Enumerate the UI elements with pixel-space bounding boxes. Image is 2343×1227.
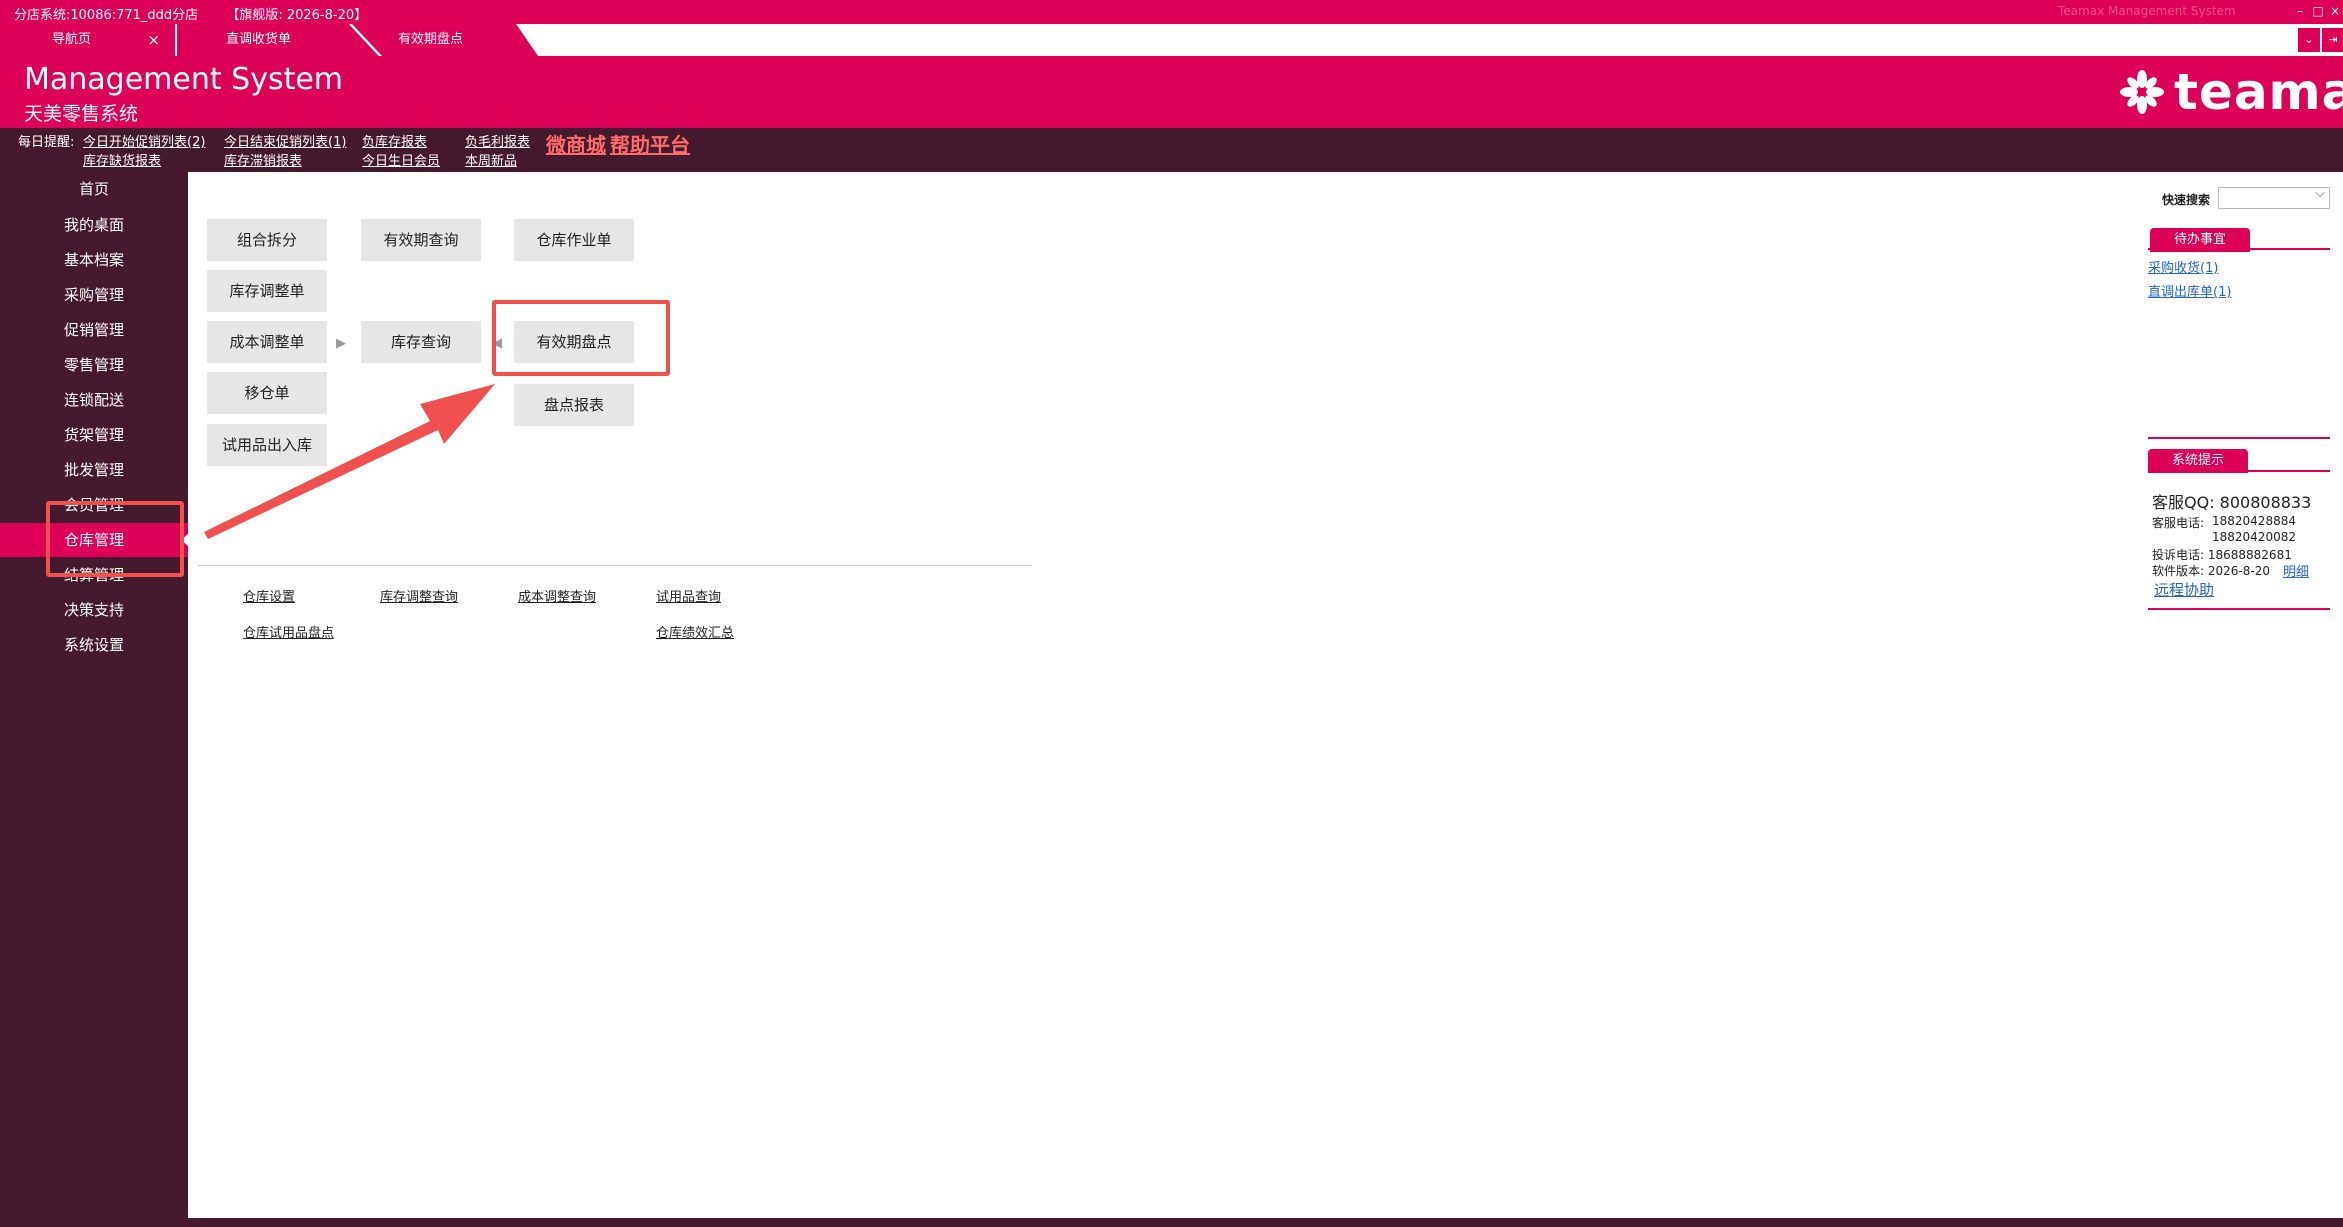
sidebar-item-basic-archive[interactable]: 基本档案 (0, 243, 188, 277)
reminder-label: 每日提醒: (18, 135, 75, 150)
link-warehouse-performance[interactable]: 仓库绩效汇总 (656, 622, 734, 641)
sidebar-item-wholesale[interactable]: 批发管理 (0, 453, 188, 487)
app-header: Management System 天美零售系统 teamax (0, 56, 2343, 128)
title-bar: 分店系统:10086:771_ddd分店 【旗舰版: 2026-8-20】 Te… (0, 0, 2343, 24)
btn-expiry-query[interactable]: 有效期查询 (361, 219, 481, 261)
window-title: Teamax Management System (2058, 4, 2236, 18)
link-birthday-members[interactable]: 今日生日会员 (362, 150, 440, 169)
btn-move-warehouse[interactable]: 移仓单 (207, 372, 327, 414)
tab-bar: 导航页 × 直调收货单 有效期盘点 ⌄ ⇥ (0, 24, 2343, 56)
teamax-logo: teamax (2118, 63, 2343, 121)
sidebar-nav: 首页 我的桌面 基本档案 采购管理 促销管理 零售管理 连锁配送 货架管理 批发… (0, 168, 188, 1218)
tab-nav[interactable]: 导航页 × (0, 24, 176, 56)
sidebar-item-shelf[interactable]: 货架管理 (0, 418, 188, 452)
close-window-button[interactable]: × (2327, 3, 2343, 19)
link-warehouse-settings[interactable]: 仓库设置 (243, 586, 295, 605)
tab-nav-label: 导航页 (52, 32, 92, 47)
flow-arrow-right-icon: ▶ (336, 336, 346, 351)
sidebar-item-purchase[interactable]: 采购管理 (0, 278, 188, 312)
support-phone-label: 客服电话: (2152, 516, 2205, 530)
link-micro-mall[interactable]: 微商城 (546, 129, 606, 158)
annotation-box-expiry-count (492, 300, 670, 376)
sidebar-item-chain-delivery[interactable]: 连锁配送 (0, 383, 188, 417)
link-stockout-report[interactable]: 库存缺货报表 (83, 150, 161, 169)
support-phone-2: 18820420082 (2212, 530, 2296, 544)
btn-stock-adjust[interactable]: 库存调整单 (207, 270, 327, 312)
todo-link-direct-outbound[interactable]: 直调出库单(1) (2148, 281, 2231, 300)
edition-info: 【旗舰版: 2026-8-20】 (226, 8, 368, 23)
link-negative-margin[interactable]: 负毛利报表 (465, 131, 530, 150)
link-help-platform[interactable]: 帮助平台 (610, 129, 690, 158)
btn-combine-split[interactable]: 组合拆分 (207, 219, 327, 261)
btn-cost-adjust[interactable]: 成本调整单 (207, 321, 327, 363)
remote-assist-link[interactable]: 远程协助 (2154, 579, 2214, 600)
app-window: 分店系统:10086:771_ddd分店 【旗舰版: 2026-8-20】 Te… (0, 0, 2343, 1227)
btn-count-report[interactable]: 盘点报表 (514, 384, 634, 426)
link-cost-adjust-query[interactable]: 成本调整查询 (518, 586, 596, 605)
btn-trial-inout[interactable]: 试用品出入库 (207, 424, 327, 466)
quick-search-select[interactable] (2218, 186, 2330, 209)
tips-panel-title: 系统提示 (2148, 449, 2248, 473)
link-negative-stock[interactable]: 负库存报表 (362, 131, 427, 150)
system-info: 分店系统:10086:771_ddd分店 (14, 8, 199, 23)
app-title-cn: 天美零售系统 (24, 103, 139, 125)
support-qq: 客服QQ: 800808833 (2152, 493, 2312, 512)
tips-panel-bottom (2148, 608, 2330, 610)
link-warehouse-trial-count[interactable]: 仓库试用品盘点 (243, 622, 334, 641)
btn-stock-query[interactable]: 库存查询 (361, 321, 481, 363)
tab-expiry-count-label: 有效期盘点 (398, 32, 464, 47)
minimize-button[interactable]: – (2292, 3, 2308, 19)
quick-search-label: 快速搜索 (2162, 193, 2211, 207)
btn-warehouse-job[interactable]: 仓库作业单 (514, 219, 634, 261)
link-promo-end[interactable]: 今日结束促销列表(1) (224, 131, 346, 150)
sidebar-item-system-settings[interactable]: 系统设置 (0, 628, 188, 662)
sidebar-item-home[interactable]: 首页 (0, 172, 188, 206)
annotation-box-warehouse (46, 501, 184, 577)
sidebar-item-promotion[interactable]: 促销管理 (0, 313, 188, 347)
flower-logo-icon (2120, 70, 2164, 114)
logo-text: teamax (2174, 63, 2343, 121)
version-detail-link[interactable]: 明细 (2283, 561, 2309, 580)
section-divider (198, 565, 1032, 566)
tab-direct-receive[interactable]: 直调收货单 (178, 24, 368, 56)
link-trial-query[interactable]: 试用品查询 (656, 586, 721, 605)
link-promo-start[interactable]: 今日开始促销列表(2) (83, 131, 205, 150)
sidebar-item-decision-support[interactable]: 决策支持 (0, 593, 188, 627)
complaint-phone: 投诉电话: 18688882681 (2152, 548, 2292, 562)
link-stock-adjust-query[interactable]: 库存调整查询 (380, 586, 458, 605)
todo-panel-title: 待办事宜 (2150, 228, 2250, 252)
todo-panel-bottom (2148, 437, 2330, 439)
link-new-products[interactable]: 本周新品 (465, 150, 517, 169)
link-slow-stock-report[interactable]: 库存滞销报表 (224, 150, 302, 169)
tab-expiry-count[interactable]: 有效期盘点 (372, 24, 542, 56)
sidebar-item-desktop[interactable]: 我的桌面 (0, 208, 188, 242)
todo-link-purchase-receive[interactable]: 采购收货(1) (2148, 257, 2218, 276)
maximize-button[interactable]: □ (2310, 3, 2326, 19)
bottom-strip (188, 1218, 2343, 1227)
tab-direct-receive-label: 直调收货单 (226, 32, 292, 47)
support-phone-1: 18820428884 (2212, 514, 2296, 528)
sidebar-item-retail[interactable]: 零售管理 (0, 348, 188, 382)
software-version: 软件版本: 2026-8-20 (2152, 564, 2270, 578)
app-title-en: Management System (24, 62, 344, 97)
tab-list-button[interactable]: ⌄ (2298, 28, 2320, 52)
tab-close-icon[interactable]: × (147, 24, 160, 56)
tab-close-all-button[interactable]: ⇥ (2322, 28, 2343, 52)
daily-reminder-bar: 每日提醒: 今日开始促销列表(2) 库存缺货报表 今日结束促销列表(1) 库存滞… (0, 128, 2343, 169)
